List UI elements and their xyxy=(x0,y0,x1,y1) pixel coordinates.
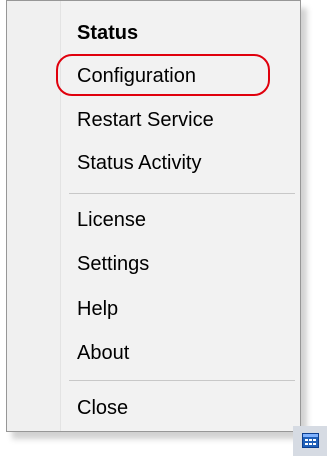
menu-item-help[interactable]: Help xyxy=(77,297,118,321)
app-window-grid-icon[interactable] xyxy=(293,426,327,456)
menu-item-close[interactable]: Close xyxy=(77,396,128,420)
screen: Status Configuration Restart Service Sta… xyxy=(0,0,331,461)
menu-item-status-activity[interactable]: Status Activity xyxy=(77,151,202,175)
menu-item-status[interactable]: Status xyxy=(77,21,138,45)
menu-icon-gutter xyxy=(7,1,61,431)
menu-item-license[interactable]: License xyxy=(77,208,146,232)
configuration-highlight-annotation xyxy=(56,54,270,96)
menu-separator xyxy=(69,380,295,381)
menu-item-restart-service[interactable]: Restart Service xyxy=(77,108,214,132)
menu-item-about[interactable]: About xyxy=(77,341,129,365)
menu-separator xyxy=(69,193,295,194)
tray-icon-window xyxy=(302,433,319,448)
menu-item-settings[interactable]: Settings xyxy=(77,252,149,276)
